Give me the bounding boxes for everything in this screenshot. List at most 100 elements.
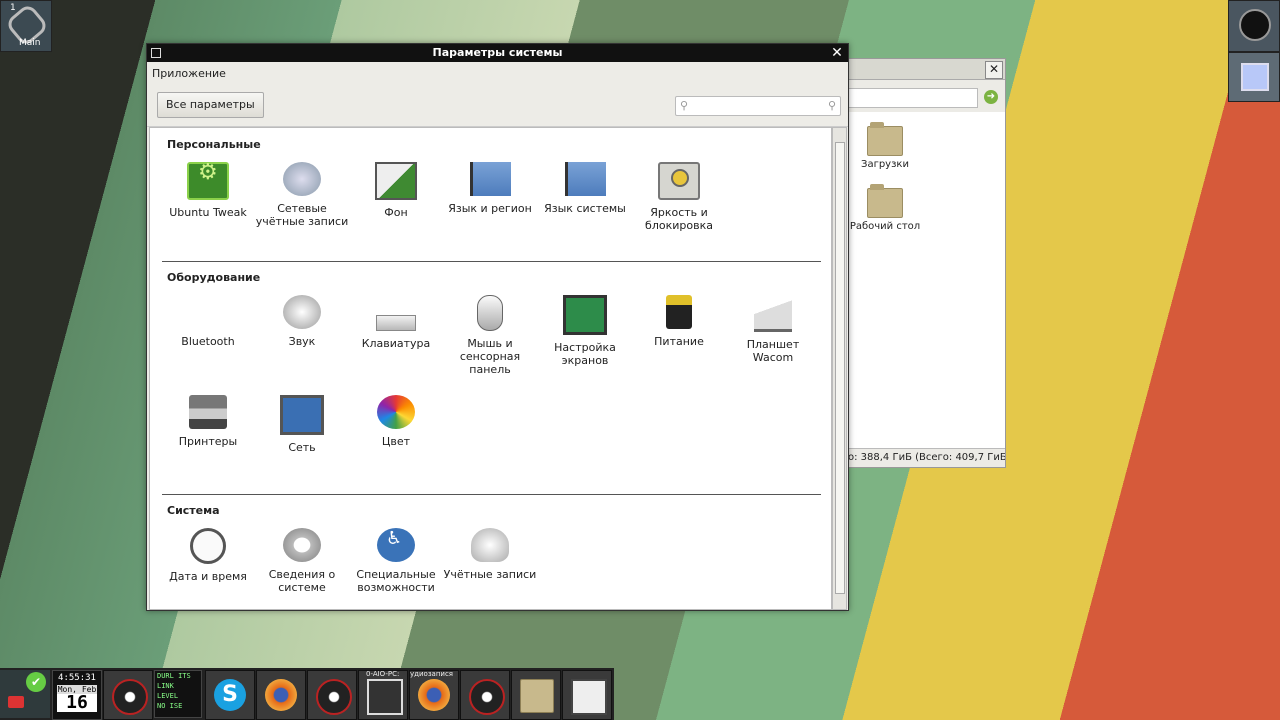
- setting-network[interactable]: Сеть: [255, 395, 349, 454]
- setting-ubuntu-tweak[interactable]: Ubuntu Tweak: [161, 162, 255, 219]
- setting-label: Учётные записи: [443, 568, 537, 581]
- mouse-icon: [477, 295, 503, 331]
- setting-language-region[interactable]: Язык и регион: [443, 162, 537, 215]
- display-icon: [563, 295, 607, 335]
- setting-label: Настройка экранов: [554, 341, 616, 367]
- section-divider: [162, 261, 821, 262]
- window-title: Параметры системы: [432, 46, 563, 59]
- window-menu-icon[interactable]: [151, 48, 161, 58]
- app-grid-icon: [571, 679, 607, 715]
- setting-label: Фон: [384, 206, 408, 219]
- setting-label: Сетевые учётные записи: [255, 202, 349, 228]
- setting-system-language[interactable]: Язык системы: [538, 162, 632, 215]
- go-arrow-icon[interactable]: ➜: [984, 90, 998, 104]
- disc-icon: [1239, 9, 1271, 41]
- taskbar-app-penguin[interactable]: [103, 670, 153, 720]
- file-manager-window[interactable]: ✕ ➜ Загрузки Рабочий стол о: 388,4 ГиБ (…: [845, 58, 1006, 468]
- setting-system-info[interactable]: Сведения о системе: [255, 528, 349, 594]
- monitor-line: LINK: [157, 682, 174, 690]
- section-title-hardware: Оборудование: [167, 271, 261, 284]
- search-icon: ⚲: [680, 99, 689, 112]
- monitor-line: NO ISE: [157, 702, 183, 710]
- network-icon: [280, 395, 324, 435]
- setting-label: Язык и регион: [448, 202, 532, 215]
- power-icon: [666, 295, 692, 329]
- setting-sound[interactable]: Звук: [255, 295, 349, 348]
- setting-accessibility[interactable]: Специальные возможности: [349, 528, 443, 594]
- vertical-scrollbar[interactable]: [832, 127, 847, 610]
- bluetooth-icon: [189, 295, 227, 329]
- path-input[interactable]: [846, 88, 978, 108]
- setting-keyboard[interactable]: Клавиатура: [349, 295, 443, 350]
- folder-label: Загрузки: [861, 159, 909, 170]
- system-settings-window[interactable]: Параметры системы ✕ Приложение Все парам…: [146, 43, 849, 611]
- dock-launcher-1[interactable]: [1228, 0, 1280, 52]
- close-icon[interactable]: ✕: [829, 45, 845, 61]
- file-manager-content: Загрузки Рабочий стол: [846, 112, 1005, 450]
- setting-label: Мышь и сенсорная панель: [459, 337, 521, 376]
- setting-label: Ubuntu Tweak: [169, 206, 247, 219]
- window-titlebar[interactable]: Параметры системы ✕: [147, 44, 848, 62]
- close-icon[interactable]: ✕: [985, 61, 1003, 79]
- monitor-icon: [367, 679, 403, 715]
- section-title-system: Система: [167, 504, 220, 517]
- scrollbar-thumb[interactable]: [835, 142, 845, 594]
- penguin-icon: [469, 679, 505, 715]
- setting-label: Яркость и блокировка: [645, 206, 713, 232]
- webcam-indicator[interactable]: ✔: [0, 670, 50, 718]
- workspace-switcher[interactable]: 1 Main: [0, 0, 52, 52]
- setting-brightness-lock[interactable]: Яркость и блокировка: [632, 162, 726, 232]
- taskbar-app-skype[interactable]: S: [205, 670, 255, 720]
- folder-icon: [520, 679, 554, 713]
- section-title-personal: Персональные: [167, 138, 261, 151]
- folder-icon: [867, 184, 903, 218]
- file-manager-titlebar[interactable]: ✕: [846, 59, 1005, 80]
- folder-icon: [867, 122, 903, 156]
- taskbar-label-rec: удиозапися: [410, 670, 454, 678]
- folder-label: Рабочий стол: [849, 221, 921, 232]
- taskbar-app-penguin-2[interactable]: [307, 670, 357, 720]
- workspace-number: 1: [10, 3, 16, 13]
- setting-bluetooth[interactable]: Bluetooth: [161, 295, 255, 348]
- setting-label: Звук: [288, 335, 316, 348]
- setting-displays[interactable]: Настройка экранов: [538, 295, 632, 367]
- clock-widget[interactable]: 4:55:31 Mon, Feb 16: [52, 670, 102, 720]
- checkmark-icon: ✔: [26, 672, 46, 692]
- clock-time: 4:55:31: [58, 673, 96, 683]
- keyboard-icon: [376, 315, 416, 331]
- setting-mouse-touchpad[interactable]: Мышь и сенсорная панель: [443, 295, 537, 376]
- taskbar-app-firefox[interactable]: [256, 670, 306, 720]
- file-manager-toolbar: ➜: [846, 80, 1005, 112]
- color-icon: [377, 395, 415, 429]
- setting-background[interactable]: Фон: [349, 162, 443, 219]
- skype-icon: S: [214, 679, 246, 711]
- setting-label: Цвет: [381, 435, 411, 448]
- setting-label: Сеть: [288, 441, 316, 454]
- file-manager-status: о: 388,4 ГиБ (Всего: 409,7 ГиБ): [846, 448, 1005, 467]
- printer-icon: [189, 395, 227, 429]
- setting-date-time[interactable]: Дата и время: [161, 528, 255, 583]
- setting-user-accounts[interactable]: Учётные записи: [443, 528, 537, 581]
- firefox-icon: [265, 679, 297, 711]
- setting-printers[interactable]: Принтеры: [161, 395, 255, 448]
- clear-search-icon[interactable]: ⚲: [828, 99, 836, 112]
- taskbar-app-launcher[interactable]: [562, 670, 612, 720]
- folder-item[interactable]: Рабочий стол: [835, 184, 935, 232]
- penguin-icon: [316, 679, 352, 715]
- folder-item[interactable]: Загрузки: [835, 122, 935, 170]
- setting-wacom-tablet[interactable]: Планшет Wacom: [726, 295, 820, 364]
- all-settings-button[interactable]: Все параметры: [157, 92, 264, 118]
- search-input[interactable]: ⚲ ⚲: [675, 96, 841, 116]
- setting-power[interactable]: Питание: [632, 295, 726, 348]
- setting-label: Bluetooth: [181, 335, 235, 348]
- setting-online-accounts[interactable]: Сетевые учётные записи: [255, 162, 349, 228]
- taskbar-app-penguin-3[interactable]: [460, 670, 510, 720]
- setting-label: Питание: [654, 335, 704, 348]
- taskbar-app-files[interactable]: [511, 670, 561, 720]
- wacom-icon: [754, 295, 792, 332]
- system-monitor-widget[interactable]: DURL ITS LINK LEVEL NO ISE: [154, 670, 202, 718]
- setting-color[interactable]: Цвет: [349, 395, 443, 448]
- firefox-icon: [418, 679, 450, 711]
- menu-application[interactable]: Приложение: [152, 67, 226, 80]
- dock-launcher-2[interactable]: [1228, 52, 1280, 102]
